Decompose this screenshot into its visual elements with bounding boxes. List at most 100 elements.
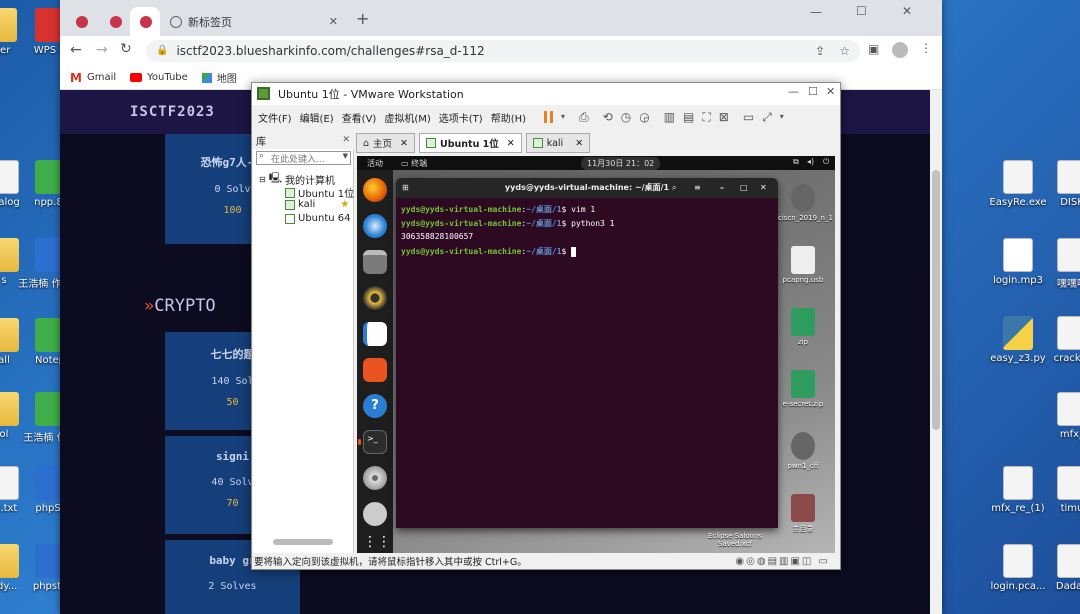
guest-desktop-icon[interactable]: pcapng.usb	[778, 246, 828, 284]
browser-tab-new[interactable]: 新标签页 ✕	[160, 7, 346, 36]
dvd-icon[interactable]	[363, 466, 387, 490]
device-icons[interactable]: ◉◎◍▤▥▣◫ ▭	[735, 556, 830, 567]
close-tab-icon[interactable]: ✕	[400, 138, 408, 149]
console-icon[interactable]: ▭	[743, 111, 754, 123]
snapshot-manager-icon[interactable]: ◶	[639, 111, 649, 123]
tab-kali[interactable]: kali ✕	[525, 133, 591, 153]
bookmark-youtube[interactable]: YouTube	[130, 72, 188, 83]
desktop-icon[interactable]: 嘿嘿嘿	[1040, 238, 1080, 290]
hamburger-menu-icon[interactable]: ≡	[694, 178, 701, 198]
search-icon[interactable]: ⌕	[672, 178, 676, 198]
reload-icon[interactable]: ↻	[120, 42, 132, 56]
desktop-icon[interactable]: DISK	[1040, 160, 1080, 208]
network-icon[interactable]: ⧉	[793, 157, 799, 167]
menu-tabs[interactable]: 选项卡(T)	[439, 110, 483, 125]
maximize-icon[interactable]: □	[740, 178, 748, 198]
bookmark-maps[interactable]: 地图	[201, 70, 237, 85]
firefox-icon[interactable]	[363, 178, 387, 202]
maximize-icon[interactable]: ☐	[856, 5, 867, 17]
close-icon[interactable]: ✕	[342, 135, 350, 145]
dropdown-icon[interactable]: ▾	[780, 113, 784, 121]
bookmark-star-icon[interactable]: ☆	[839, 45, 850, 57]
menu-view[interactable]: 查看(V)	[342, 110, 377, 125]
tab-home[interactable]: ⌂ 主页 ✕	[356, 133, 416, 153]
menu-vm[interactable]: 虚拟机(M)	[384, 110, 430, 125]
app-center-icon[interactable]	[363, 358, 387, 382]
address-bar[interactable]: 🔒 isctf2023.bluesharkinfo.com/challenges…	[146, 40, 860, 62]
activities-button[interactable]: 活动	[367, 158, 383, 169]
disk-icon[interactable]	[363, 502, 387, 526]
library-scrollbar[interactable]	[273, 539, 333, 545]
minimize-icon[interactable]: –	[720, 178, 724, 198]
close-window-icon[interactable]: ✕	[902, 5, 912, 17]
snapshot-icon[interactable]: ⟲	[603, 111, 613, 123]
power-icon[interactable]: ⏻	[823, 157, 829, 167]
new-tab-icon[interactable]: +	[356, 11, 369, 27]
share-icon[interactable]: ⇪	[815, 45, 825, 57]
vm-screen[interactable]: 活动 ▭ 终端 11月30日 21：02 ⧉ ◂) ⏻ ? >_ ⋮⋮ ⊞ yy…	[357, 156, 835, 553]
file-icon	[1057, 392, 1080, 426]
browser-tab[interactable]	[100, 7, 130, 36]
menu-file[interactable]: 文件(F)	[258, 110, 292, 125]
menu-help[interactable]: 帮助(H)	[491, 110, 526, 125]
minimize-icon[interactable]: —	[788, 86, 799, 97]
rhythmbox-icon[interactable]	[363, 286, 387, 310]
thumbnail-icon[interactable]: ▤	[683, 111, 694, 123]
close-icon[interactable]: ✕	[760, 178, 767, 198]
tree-vm-item[interactable]: Ubuntu 1位	[285, 185, 354, 200]
bookmark-gmail[interactable]: M Gmail	[70, 72, 116, 84]
dropdown-icon[interactable]: ▾	[561, 113, 565, 121]
desktop-icon[interactable]: crackm	[1040, 316, 1080, 364]
close-tab-icon[interactable]: ✕	[329, 16, 338, 27]
guest-desktop-icon[interactable]: Eclipse Saloons Saved.xcf	[695, 532, 775, 548]
snapshot-restore-icon[interactable]: ◷	[621, 111, 631, 123]
fullscreen-icon[interactable]: ⛶	[702, 111, 710, 123]
side-panel-icon[interactable]: ▣	[868, 43, 879, 55]
guest-desktop-icon[interactable]: e-secret.zip	[778, 370, 828, 408]
maximize-icon[interactable]: ☐	[808, 86, 818, 97]
tree-vm-item[interactable]: Ubuntu 64	[285, 213, 351, 224]
show-apps-icon[interactable]: ⋮⋮	[363, 532, 391, 553]
pause-icon[interactable]	[544, 111, 554, 123]
guest-desktop-icon[interactable]: ciscn_2019_n_1	[778, 184, 833, 222]
menu-edit[interactable]: 编辑(E)	[300, 110, 334, 125]
terminal-line: yyds@yyds-virtual-machine:~/桌面/1$ python…	[401, 219, 615, 228]
collapse-icon[interactable]: ⊟	[259, 175, 266, 184]
terminal-app-menu[interactable]: ▭ 终端	[401, 158, 427, 169]
library-search-input[interactable]: ⌕ 在此处键入... ▼	[256, 151, 351, 165]
menu-icon[interactable]: ⋮	[920, 42, 932, 54]
close-tab-icon[interactable]: ✕	[507, 138, 515, 149]
browser-tab-active[interactable]	[130, 7, 160, 36]
desktop-icon[interactable]: Daday	[1040, 544, 1080, 592]
forward-icon[interactable]: →	[96, 43, 108, 57]
back-icon[interactable]: ←	[70, 43, 82, 57]
volume-icon[interactable]: ◂)	[807, 157, 814, 166]
thunderbird-icon[interactable]	[363, 214, 387, 238]
tab-ubuntu[interactable]: Ubuntu 1位 ✕	[419, 133, 522, 153]
close-icon[interactable]: ✕	[826, 86, 835, 97]
desktop-icon[interactable]: mfx_	[1040, 392, 1080, 440]
library-toggle-icon[interactable]: ▥	[664, 111, 675, 123]
scrollbar-thumb[interactable]	[932, 170, 940, 430]
terminal-icon[interactable]: >_	[363, 430, 387, 454]
desktop-icon[interactable]: timu	[1040, 466, 1080, 514]
site-logo[interactable]: ISCTF2023	[130, 104, 215, 120]
browser-tab[interactable]	[66, 7, 96, 36]
profile-icon[interactable]	[892, 42, 908, 58]
guest-desktop-icon[interactable]: pwn1_cff	[778, 432, 828, 470]
new-tab-icon[interactable]: ⊞	[402, 178, 409, 198]
close-tab-icon[interactable]: ✕	[575, 138, 583, 149]
files-icon[interactable]	[363, 250, 387, 274]
guest-desktop-icon[interactable]: 主目录	[778, 494, 828, 534]
terminal-window[interactable]: ⊞ yyds@yyds-virtual-machine: ~/桌面/1 ⌕ ≡ …	[396, 178, 778, 528]
unity-icon[interactable]: ⊠	[719, 111, 729, 123]
guest-desktop-icon[interactable]: zip	[778, 308, 828, 346]
send-keys-icon[interactable]: ⎙	[579, 111, 589, 123]
minimize-icon[interactable]: —	[810, 6, 822, 18]
dropdown-icon[interactable]: ▼	[343, 153, 348, 160]
tree-vm-item[interactable]: kali ★	[285, 199, 349, 210]
stretch-icon[interactable]: ⤢	[762, 111, 772, 123]
help-icon[interactable]: ?	[363, 394, 387, 418]
clock[interactable]: 11月30日 21：02	[581, 157, 661, 170]
writer-icon[interactable]	[363, 322, 387, 346]
